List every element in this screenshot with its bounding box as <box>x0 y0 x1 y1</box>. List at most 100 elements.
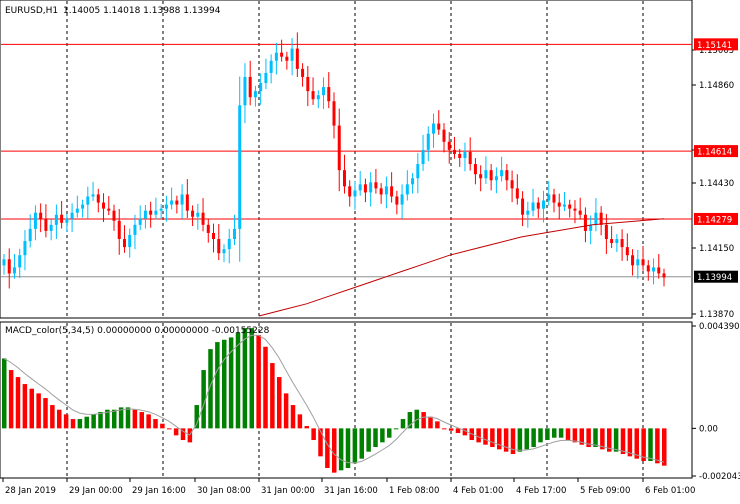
chart-window[interactable]: 1.150051.148601.145751.144301.141501.138… <box>0 0 740 500</box>
candle-body <box>405 184 409 195</box>
candle-body <box>23 241 27 256</box>
price-panel[interactable] <box>0 0 693 319</box>
macd-bar <box>77 419 83 429</box>
macd-bar <box>70 419 76 429</box>
macd-bar <box>57 409 62 429</box>
macd-bar <box>476 428 481 443</box>
macd-bar <box>139 412 144 429</box>
candle-body <box>390 186 394 197</box>
macd-bar <box>531 428 536 448</box>
macd-bar <box>304 426 309 429</box>
candle-body <box>421 149 425 165</box>
macd-bar <box>146 414 151 429</box>
candle-body <box>452 149 456 154</box>
candle-body <box>44 218 48 231</box>
time-axis[interactable]: 28 Jan 2019 29 Jan 00:00 29 Jan 16:00 30 Ja… <box>2 478 695 496</box>
candle-body <box>542 200 546 209</box>
macd-bar <box>242 328 248 429</box>
candle-body <box>253 91 257 98</box>
macd-bar <box>593 428 598 448</box>
candle-body <box>526 210 530 215</box>
candle-body <box>217 239 221 254</box>
macd-bar <box>648 428 653 462</box>
macd-bar <box>558 428 564 438</box>
macd-bar <box>125 407 131 429</box>
candle-body <box>447 141 451 150</box>
candle-body <box>96 194 100 203</box>
candle-body <box>562 204 566 207</box>
macd-bar <box>613 428 619 452</box>
macd-bar <box>277 377 282 429</box>
macd-bar <box>545 428 550 441</box>
macd-bar <box>256 335 261 429</box>
chart-canvas[interactable]: 1.150051.148601.145751.144301.141501.138… <box>0 0 740 500</box>
candle-body <box>494 176 498 181</box>
macd-bar <box>538 428 543 443</box>
candle-body <box>75 208 79 213</box>
macd-bar <box>270 363 275 429</box>
candle-body <box>437 123 441 130</box>
candle-body <box>86 196 90 205</box>
macd-bar <box>283 393 289 429</box>
candle-body <box>274 52 278 61</box>
macd-bar <box>380 428 385 443</box>
candle-body <box>337 125 341 171</box>
time-tick-label: 6 Feb 01:00 <box>645 486 695 496</box>
candle-body <box>432 123 436 134</box>
macd-bar <box>455 428 461 434</box>
candle-body <box>154 210 158 215</box>
candle-body <box>196 212 200 217</box>
candle-body <box>248 76 252 98</box>
candle-body <box>426 133 430 150</box>
price-axis[interactable]: 1.150051.148601.145751.144301.141501.138… <box>692 38 738 320</box>
candle-body <box>138 218 142 225</box>
level-price-label: 1.15141 <box>697 41 732 51</box>
candle-body <box>306 76 310 92</box>
candle-body <box>206 224 210 233</box>
macd-bar <box>393 428 399 430</box>
candle-body <box>515 188 519 199</box>
time-tick-label: 28 Jan 2019 <box>5 486 56 496</box>
candle-body <box>615 239 619 244</box>
candle-body <box>264 72 268 84</box>
macd-tick-label: 0.00 <box>699 424 718 434</box>
price-tick-label: 1.14430 <box>699 179 734 189</box>
candle-body <box>102 202 106 209</box>
macd-bar <box>167 428 172 430</box>
candle-body <box>395 196 399 205</box>
macd-bar <box>311 428 316 441</box>
candle-body <box>547 194 551 201</box>
macd-bar <box>387 428 392 438</box>
macd-bar <box>325 428 330 469</box>
macd-bar <box>490 428 495 448</box>
macd-bar <box>63 414 69 429</box>
candle-body <box>316 95 320 100</box>
macd-bar <box>524 428 529 450</box>
macd-bar <box>407 412 413 429</box>
candle-body <box>505 170 509 181</box>
candle-body <box>536 202 540 209</box>
macd-bar <box>662 428 667 466</box>
macd-bar <box>400 419 406 429</box>
candle-body <box>269 60 273 73</box>
candle-body <box>327 87 331 102</box>
candle-body <box>117 220 121 240</box>
candle-body <box>332 101 336 126</box>
candle-body <box>620 239 624 248</box>
candle-body <box>12 267 16 274</box>
candle-body <box>60 214 64 223</box>
candle-body <box>463 151 467 158</box>
candle-body <box>222 249 226 254</box>
candle-body <box>301 68 305 77</box>
candle-body <box>159 208 163 211</box>
candle-body <box>557 202 561 207</box>
macd-bar <box>359 428 364 459</box>
price-tick-label: 1.14860 <box>699 81 734 91</box>
candle-body <box>646 265 650 272</box>
macd-bar <box>442 428 447 430</box>
macd-bar <box>153 419 158 429</box>
candle-body <box>662 273 666 278</box>
macd-bar <box>332 428 337 473</box>
candle-body <box>143 210 147 219</box>
candle-body <box>65 218 69 223</box>
